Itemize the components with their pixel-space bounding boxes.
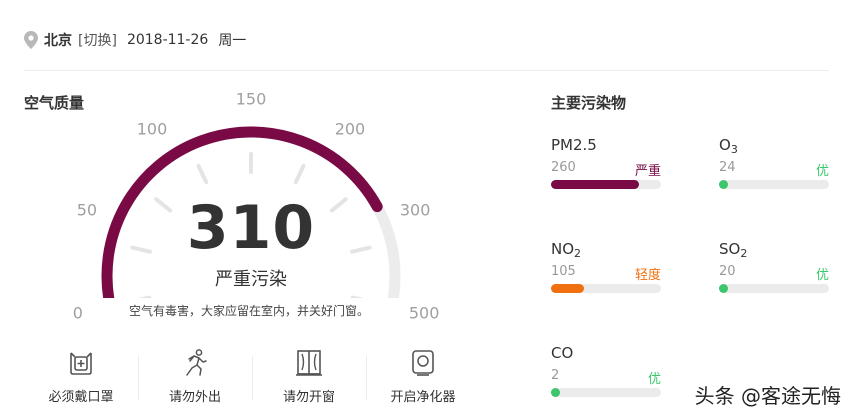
gauge-tick	[196, 163, 209, 185]
pollutant-bar	[551, 180, 661, 189]
pollutant-value: 24	[719, 160, 736, 175]
watermark: 头条 @客途无悔	[694, 384, 841, 408]
gauge-tick	[329, 197, 348, 213]
pollutant-value: 2	[551, 368, 560, 383]
mask-icon	[70, 352, 92, 375]
pollutant-value: 105	[551, 264, 576, 279]
pollutant-no2: NO2 105 轻度	[551, 240, 661, 293]
gauge-scale-label: 200	[334, 119, 366, 139]
pollutant-name: O3	[719, 136, 738, 156]
pollutant-bar-fill	[551, 388, 560, 397]
pollutant-bar-fill	[551, 180, 639, 189]
aqi-value: 310	[186, 193, 316, 263]
city-name: 北京	[44, 33, 72, 49]
gauge-scale-label: 300	[399, 200, 431, 220]
gauge-tick	[130, 245, 152, 254]
pollutant-bar-fill	[551, 284, 584, 293]
pollutant-level: 轻度	[634, 268, 661, 283]
gauge-tick	[154, 197, 173, 213]
tip-label: 必须戴口罩	[48, 390, 114, 405]
date-text: 2018-11-26	[126, 32, 209, 48]
pollutant-bar-fill	[719, 180, 728, 189]
pollutant-bar	[719, 284, 829, 293]
air-purifier-icon	[412, 350, 434, 376]
pollutant-level: 优	[815, 164, 829, 179]
switch-city-link[interactable]: [切换]	[78, 30, 117, 50]
pollutant-value: 260	[551, 160, 576, 175]
header-divider	[24, 70, 829, 71]
pollutants-title: 主要污染物	[551, 94, 627, 112]
health-advice: 空气有毒害，大家应留在室内，并关好门窗。	[128, 304, 369, 318]
tip-label: 请勿开窗	[282, 390, 335, 405]
pollutant-bar	[551, 388, 661, 397]
tip-close-window: 请勿开窗	[252, 348, 366, 408]
window-icon	[296, 350, 322, 376]
gauge-scale-label: 100	[136, 119, 168, 139]
gauge-tick	[350, 245, 372, 254]
pollutant-level: 优	[647, 372, 661, 387]
pollutant-value: 20	[719, 264, 736, 279]
pollutant-pm25: PM2.5 260 严重	[551, 136, 661, 189]
gauge-scale-label: 50	[76, 200, 98, 220]
pollutant-so2: SO2 20 优	[719, 240, 829, 293]
pollutant-name: CO	[551, 344, 574, 362]
gauge-scale-label: 150	[235, 89, 267, 109]
pollutant-level: 优	[815, 268, 829, 283]
pollutant-o3: O3 24 优	[719, 136, 829, 189]
tip-mask: 必须戴口罩	[24, 348, 138, 408]
weekday-text: 周一	[218, 33, 247, 49]
aqi-level: 严重污染	[215, 269, 287, 290]
pollutant-co: CO 2 优	[551, 344, 661, 397]
running-person-icon	[186, 349, 207, 376]
location-bar: 北京 [切换] 2018-11-26 周一	[24, 30, 246, 50]
tip-stay-inside: 请勿外出	[138, 348, 252, 408]
pollutant-bar	[551, 284, 661, 293]
pollutant-name: PM2.5	[551, 136, 597, 154]
pollutant-name: SO2	[719, 240, 748, 260]
tip-label: 开启净化器	[390, 390, 456, 405]
pollutant-bar-fill	[719, 284, 728, 293]
tip-label: 请勿外出	[168, 390, 221, 405]
tip-purifier: 开启净化器	[366, 348, 480, 408]
tips-row: 必须戴口罩 请勿外出 请勿开窗 开启净化器	[24, 348, 480, 408]
pollutant-level: 严重	[634, 164, 661, 179]
pollutant-bar	[719, 180, 829, 189]
location-pin-icon	[24, 31, 38, 49]
pollutant-name: NO2	[551, 240, 582, 260]
gauge-tick	[293, 163, 306, 185]
aqi-gauge: 0 50 100 150 200 300 500 310 严重污染	[70, 90, 450, 323]
